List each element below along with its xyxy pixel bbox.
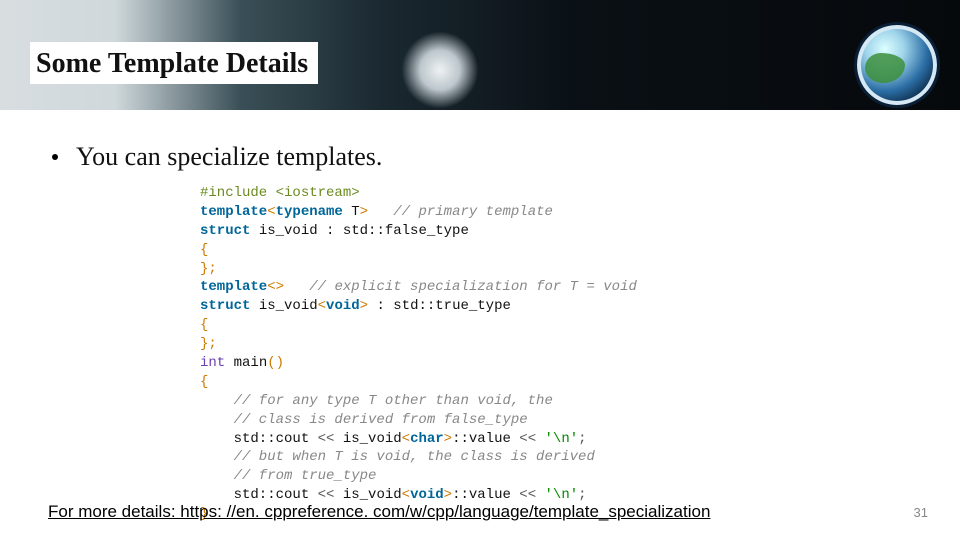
code-token: // explicit specialization for T = void xyxy=(284,279,637,295)
code-token: > xyxy=(360,298,368,314)
bullet-item: You can specialize templates. xyxy=(52,142,960,172)
code-token: // but when T is void, the class is deri… xyxy=(200,449,595,465)
code-token: > xyxy=(360,204,368,220)
code-token: << xyxy=(318,487,335,503)
code-token: // class is derived from false_type xyxy=(200,412,528,428)
code-token: { xyxy=(200,374,208,390)
code-token: < xyxy=(318,298,326,314)
code-token: std::cout xyxy=(200,431,318,447)
code-token: int xyxy=(200,355,225,371)
code-token: void xyxy=(410,487,444,503)
jcsda-logo-icon xyxy=(854,22,940,108)
code-token: // primary template xyxy=(368,204,553,220)
code-token: }; xyxy=(200,261,217,277)
bullet-text: You can specialize templates. xyxy=(76,142,382,171)
code-token: <> xyxy=(267,279,284,295)
code-token: is_void xyxy=(334,431,401,447)
code-token: << xyxy=(318,431,335,447)
bullet-dot-icon xyxy=(52,154,58,160)
code-token: T xyxy=(343,204,360,220)
code-token: { xyxy=(200,317,208,333)
code-token: main xyxy=(225,355,267,371)
code-token: '\n' xyxy=(536,431,578,447)
page-number: 31 xyxy=(914,505,928,520)
code-token: template xyxy=(200,279,267,295)
code-token: // from true_type xyxy=(200,468,376,484)
code-token: : std::true_type xyxy=(368,298,511,314)
code-token: < xyxy=(402,431,410,447)
code-token: struct xyxy=(200,223,250,239)
code-block: #include <iostream> template<typename T>… xyxy=(200,184,760,524)
header-banner: Some Template Details xyxy=(0,0,960,110)
code-token: #include <iostream> xyxy=(200,185,360,201)
code-token: is_void : std::false_type xyxy=(250,223,468,239)
code-token: char xyxy=(410,431,444,447)
code-token: ; xyxy=(578,487,586,503)
code-token: typename xyxy=(276,204,343,220)
code-token: '\n' xyxy=(536,487,578,503)
code-token: { xyxy=(200,242,208,258)
code-token: < xyxy=(402,487,410,503)
code-token: void xyxy=(326,298,360,314)
code-token: struct xyxy=(200,298,250,314)
code-token: template xyxy=(200,204,267,220)
code-token: ; xyxy=(578,431,586,447)
code-token: is_void xyxy=(334,487,401,503)
code-token: < xyxy=(267,204,275,220)
code-token: > xyxy=(444,431,452,447)
code-token: std::cout xyxy=(200,487,318,503)
code-token: () xyxy=(267,355,284,371)
code-token: // for any type T other than void, the xyxy=(200,393,553,409)
code-token: > xyxy=(444,487,452,503)
code-token: is_void xyxy=(250,298,317,314)
code-token: ::value xyxy=(452,487,519,503)
code-token: << xyxy=(519,487,536,503)
code-token: }; xyxy=(200,336,217,352)
code-token: ::value xyxy=(452,431,519,447)
reference-link[interactable]: For more details: https: //en. cpprefere… xyxy=(48,502,710,522)
code-token: << xyxy=(519,431,536,447)
slide-title: Some Template Details xyxy=(30,42,318,84)
